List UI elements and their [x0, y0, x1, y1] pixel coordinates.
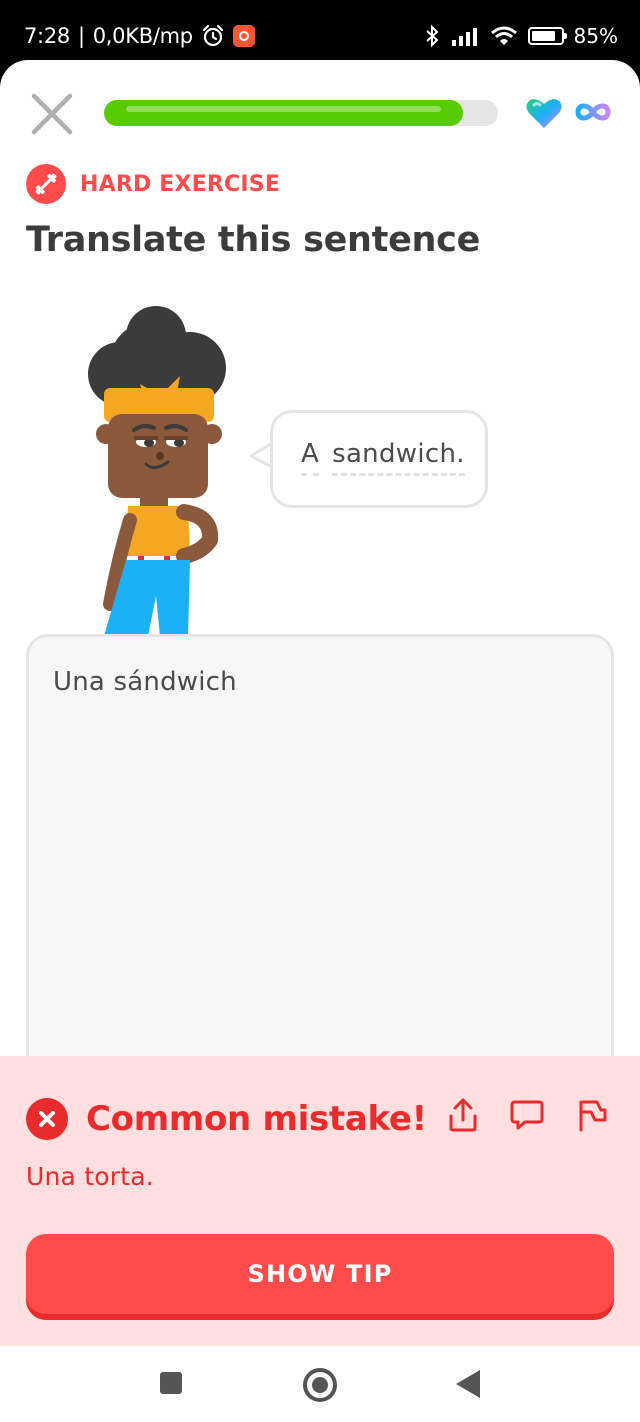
- prompt-word[interactable]: sandwich.: [332, 439, 465, 476]
- system-nav-bar: [0, 1346, 640, 1422]
- flag-icon[interactable]: [573, 1096, 609, 1134]
- wifi-icon: [490, 26, 517, 45]
- comment-icon[interactable]: [509, 1096, 545, 1134]
- prompt-word[interactable]: A: [301, 439, 320, 476]
- status-separator: |: [77, 24, 85, 48]
- error-x-icon: [26, 1098, 68, 1140]
- feedback-title: Common mistake!: [86, 1099, 427, 1139]
- alarm-icon: [202, 24, 223, 47]
- difficulty-row: HARD EXERCISE: [26, 164, 280, 204]
- screen-record-icon: [232, 25, 255, 47]
- lesson-screen: HARD EXERCISE Translate this sentence A …: [0, 60, 640, 1346]
- home-button[interactable]: [303, 1368, 337, 1402]
- battery-percent: 85%: [573, 24, 618, 48]
- answer-text: Una sándwich: [53, 667, 237, 697]
- feedback-panel: Common mistake! Una torta. SHOW TIP: [0, 1056, 640, 1346]
- dumbbell-icon: [26, 164, 66, 204]
- bluetooth-icon: [425, 24, 438, 48]
- status-right: 85%: [424, 24, 618, 48]
- speech-bubble: A sandwich.: [270, 410, 488, 508]
- recents-button[interactable]: [160, 1372, 182, 1394]
- battery-icon: [527, 27, 567, 45]
- correct-answer: Una torta.: [26, 1162, 154, 1191]
- prompt-sentence: A sandwich.: [301, 439, 465, 476]
- infinity-icon: [575, 103, 611, 121]
- character-illustration: [88, 306, 226, 636]
- show-tip-button[interactable]: SHOW TIP: [26, 1234, 614, 1314]
- share-icon[interactable]: [445, 1096, 481, 1134]
- status-network-speed: 0,0KB/mp: [92, 24, 193, 48]
- close-icon[interactable]: [28, 90, 76, 138]
- heart-icon[interactable]: [525, 96, 563, 130]
- lesson-progress-bar: [104, 100, 498, 126]
- signal-icon: [451, 28, 477, 46]
- exercise-instruction: Translate this sentence: [26, 220, 481, 260]
- feedback-header: Common mistake!: [26, 1098, 427, 1140]
- difficulty-label: HARD EXERCISE: [80, 171, 281, 197]
- status-left: 7:28 | 0,0KB/mp: [24, 24, 255, 48]
- back-button[interactable]: [456, 1370, 480, 1398]
- status-time: 7:28: [24, 24, 70, 48]
- feedback-actions: [445, 1096, 609, 1134]
- lesson-progress-fill: [104, 100, 463, 126]
